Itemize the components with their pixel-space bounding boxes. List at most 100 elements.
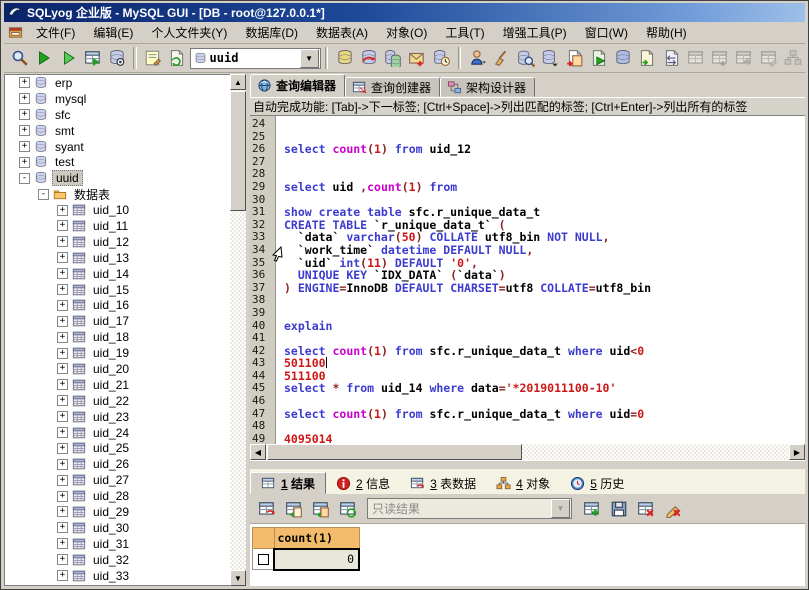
- code-line-49[interactable]: 4095014: [284, 433, 805, 444]
- connect-icon[interactable]: [8, 45, 32, 72]
- copy-table-icon[interactable]: [562, 45, 586, 72]
- row-selector-box[interactable]: [258, 554, 269, 565]
- expand-toggle[interactable]: +: [57, 411, 68, 422]
- expand-toggle[interactable]: +: [19, 157, 30, 168]
- tree-item-uid_12[interactable]: + uid_12: [5, 234, 231, 250]
- code-line-47[interactable]: select count(1) from sfc.r_unique_data_t…: [284, 408, 805, 421]
- expand-toggle[interactable]: +: [57, 205, 68, 216]
- menu-item-7[interactable]: 工具(T): [436, 22, 493, 43]
- tree-item-uid_24[interactable]: +uid_24: [5, 425, 231, 441]
- execute-query-icon[interactable]: [32, 45, 56, 72]
- code-line-43[interactable]: 501100: [284, 357, 805, 370]
- tab-query-editor[interactable]: 查询编辑器: [250, 74, 345, 97]
- data-search-icon[interactable]: [514, 45, 538, 72]
- expand-toggle[interactable]: +: [57, 284, 68, 295]
- editor-hscrollbar-thumb[interactable]: [267, 444, 522, 460]
- tree-item-uid_29[interactable]: + uid_29: [5, 504, 231, 520]
- sql-code-area[interactable]: select count(1) from uid_12select uid ,c…: [277, 116, 805, 444]
- scroll-right-button[interactable]: ▶: [789, 444, 805, 460]
- grid-column-header[interactable]: count(1): [274, 528, 359, 549]
- tree-item-label[interactable]: uid_12: [90, 235, 132, 249]
- save-changes-icon[interactable]: [605, 495, 632, 522]
- result-tab-info[interactable]: 2 信息: [326, 472, 400, 494]
- tree-item-uid_15[interactable]: +uid_15: [5, 282, 231, 298]
- tree-item-uid_26[interactable]: + uid_26: [5, 456, 231, 472]
- menu-item-1[interactable]: 文件(F): [27, 22, 84, 43]
- tree-item-uid_33[interactable]: +uid_33: [5, 568, 231, 584]
- expand-toggle[interactable]: +: [57, 236, 68, 247]
- tree-item-label[interactable]: test: [52, 155, 77, 169]
- tree-item-uid_31[interactable]: + uid_31: [5, 536, 231, 552]
- expand-toggle[interactable]: +: [57, 459, 68, 470]
- tree-item-syant[interactable]: +syant: [5, 139, 231, 155]
- tree-item-label[interactable]: uid_19: [90, 346, 132, 360]
- result-tab-history[interactable]: 5 历史: [560, 472, 634, 494]
- expand-toggle[interactable]: +: [57, 554, 68, 565]
- tree-item-label[interactable]: uid_22: [90, 394, 132, 408]
- tree-item-label[interactable]: 数据表: [71, 186, 113, 203]
- tree-item-uid_19[interactable]: +uid_19: [5, 345, 231, 361]
- tree-item-label[interactable]: sfc: [52, 108, 73, 122]
- schema-sync-icon[interactable]: [538, 45, 562, 72]
- scroll-left-button[interactable]: ◀: [250, 444, 266, 460]
- expand-toggle[interactable]: +: [19, 93, 30, 104]
- expand-toggle[interactable]: +: [19, 125, 30, 136]
- database-objects-icon[interactable]: [611, 45, 635, 72]
- tree-item-label[interactable]: smt: [52, 124, 77, 138]
- backup-database-icon[interactable]: [332, 45, 356, 72]
- code-line-26[interactable]: select count(1) from uid_12: [284, 143, 805, 156]
- export-result-icon[interactable]: [280, 495, 307, 522]
- expand-toggle[interactable]: +: [57, 379, 68, 390]
- collapse-toggle[interactable]: -: [19, 173, 30, 184]
- tree-item-uid_27[interactable]: +uid_27: [5, 472, 231, 488]
- tree-scrollbar-thumb[interactable]: [230, 91, 246, 211]
- code-line-27[interactable]: [284, 156, 805, 169]
- tree-item-label[interactable]: mysql: [52, 92, 89, 106]
- tree-item-uid_28[interactable]: + uid_28: [5, 488, 231, 504]
- export-data-icon[interactable]: [587, 45, 611, 72]
- export-csv-icon[interactable]: [307, 495, 334, 522]
- scroll-up-button[interactable]: ▲: [230, 74, 246, 90]
- expand-toggle[interactable]: +: [57, 220, 68, 231]
- code-line-48[interactable]: [284, 420, 805, 433]
- expand-toggle[interactable]: +: [57, 268, 68, 279]
- result-tab-result-grid[interactable]: 1 结果: [250, 472, 326, 494]
- tree-item-erp[interactable]: +erp: [5, 75, 231, 91]
- expand-toggle[interactable]: +: [57, 538, 68, 549]
- code-line-45[interactable]: select * from uid_14 where data='*201901…: [284, 382, 805, 395]
- code-line-39[interactable]: [284, 307, 805, 320]
- code-line-40[interactable]: explain: [284, 320, 805, 333]
- tree-item-label[interactable]: uid_29: [90, 505, 132, 519]
- user-manager-icon[interactable]: [465, 45, 489, 72]
- tree-item-uid_13[interactable]: +uid_13: [5, 250, 231, 266]
- tree-item-sfc[interactable]: +sfc: [5, 107, 231, 123]
- menu-item-10[interactable]: 帮助(H): [637, 22, 696, 43]
- tree-item-uid_18[interactable]: +uid_18: [5, 329, 231, 345]
- menu-item-4[interactable]: 数据库(D): [236, 22, 307, 43]
- tree-item-label[interactable]: erp: [52, 76, 75, 90]
- expand-toggle[interactable]: +: [57, 522, 68, 533]
- expand-toggle[interactable]: +: [57, 332, 68, 343]
- row-selector[interactable]: [253, 549, 275, 570]
- tree-item-label[interactable]: uuid: [52, 170, 83, 186]
- tree-item-uid_32[interactable]: +uid_32: [5, 552, 231, 568]
- tree-item-label[interactable]: uid_28: [90, 489, 132, 503]
- sql-editor[interactable]: 2425262728293031323334353637383940414243…: [250, 116, 805, 444]
- tree-item-test[interactable]: + test: [5, 154, 231, 170]
- tree-item-label[interactable]: uid_30: [90, 521, 132, 535]
- scroll-down-button[interactable]: ▼: [230, 570, 246, 586]
- discard-changes-icon[interactable]: [659, 495, 686, 522]
- expand-toggle[interactable]: +: [19, 141, 30, 152]
- tree-item-label[interactable]: uid_24: [90, 426, 132, 440]
- tree-item-label[interactable]: uid_27: [90, 473, 132, 487]
- expand-toggle[interactable]: +: [57, 491, 68, 502]
- expand-toggle[interactable]: +: [57, 506, 68, 517]
- expand-toggle[interactable]: +: [57, 363, 68, 374]
- expand-toggle[interactable]: +: [57, 570, 68, 581]
- tree-item-label[interactable]: uid_31: [90, 537, 132, 551]
- code-line-29[interactable]: select uid ,count(1) from: [284, 181, 805, 194]
- expand-toggle[interactable]: +: [57, 395, 68, 406]
- tree-item-label[interactable]: uid_26: [90, 457, 132, 471]
- tree-item-label[interactable]: uid_16: [90, 298, 132, 312]
- database-combobox[interactable]: uuid▼: [190, 48, 321, 69]
